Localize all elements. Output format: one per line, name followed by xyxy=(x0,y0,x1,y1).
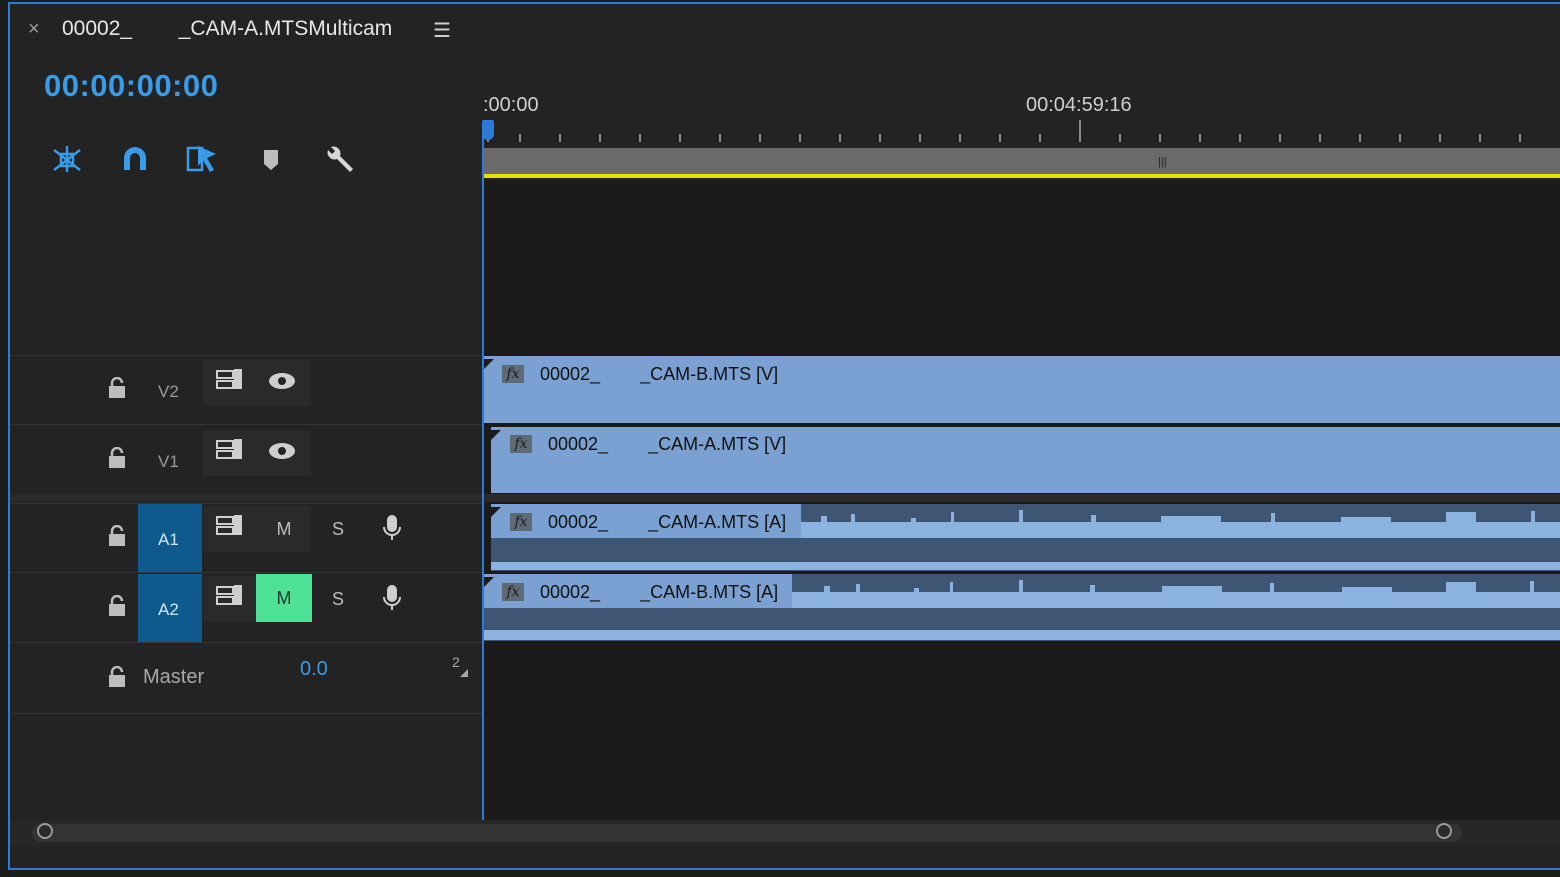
ruler-start-label: :00:00 xyxy=(483,94,539,116)
snap-magnet-icon[interactable] xyxy=(118,142,152,176)
solo-button-a1[interactable]: S xyxy=(310,505,366,553)
playhead-handle[interactable] xyxy=(482,120,494,140)
resize-corner-icon[interactable] xyxy=(460,664,468,682)
sync-lock-icon[interactable] xyxy=(216,514,244,543)
voice-over-record-icon[interactable] xyxy=(382,514,402,547)
sequence-tab-title[interactable]: 00002_ _CAM-A.MTSMulticam xyxy=(62,17,392,41)
lock-icon[interactable] xyxy=(108,665,126,688)
lock-icon[interactable] xyxy=(108,376,126,399)
track-name-master: Master xyxy=(143,666,205,688)
lock-icon[interactable] xyxy=(108,524,126,547)
clip-name-a2: 00002_ _CAM-B.MTS [A] xyxy=(540,582,779,602)
clip-start-marker-icon xyxy=(491,427,501,445)
add-marker-icon[interactable] xyxy=(256,142,290,176)
lock-icon[interactable] xyxy=(108,594,126,617)
scrollbar-left-handle[interactable] xyxy=(37,823,53,839)
mute-button-a2[interactable]: M xyxy=(256,574,312,622)
track-name-v2[interactable]: V2 xyxy=(158,382,179,402)
fx-badge[interactable]: fx xyxy=(502,583,524,601)
clip-start-marker-icon xyxy=(491,504,501,522)
scrollbar-thumb[interactable] xyxy=(32,824,1462,842)
clip-start-marker-icon xyxy=(484,574,494,592)
clip-name-v1: 00002_ _CAM-A.MTS [V] xyxy=(548,434,787,454)
sync-lock-icon[interactable] xyxy=(216,438,244,467)
ruler-mid-label: 00:04:59:16 xyxy=(1026,94,1132,116)
video-audio-divider[interactable] xyxy=(10,494,1560,502)
sync-lock-icon[interactable] xyxy=(216,368,244,397)
close-tab-icon[interactable]: × xyxy=(28,18,40,41)
clip-name-a1: 00002_ _CAM-A.MTS [A] xyxy=(548,512,787,532)
fx-badge[interactable]: fx xyxy=(510,435,532,453)
master-volume-value[interactable]: 0.0 xyxy=(300,658,328,681)
panel-menu-icon[interactable]: ☰ xyxy=(433,18,451,43)
fx-badge[interactable]: fx xyxy=(502,365,524,383)
scrollbar-right-handle[interactable] xyxy=(1436,823,1452,839)
work-area-indicator xyxy=(484,174,1560,178)
master-channel-marker: 2 xyxy=(452,654,460,670)
track-header-master xyxy=(10,642,482,714)
linked-selection-icon[interactable] xyxy=(186,142,220,176)
playhead-line[interactable] xyxy=(482,126,484,820)
track-name-a1[interactable]: A1 xyxy=(158,530,179,550)
voice-over-record-icon[interactable] xyxy=(382,584,402,617)
work-area-grip-icon[interactable]: ||| xyxy=(1158,156,1167,168)
settings-wrench-icon[interactable] xyxy=(322,142,356,176)
clip-name-v2: 00002_ _CAM-B.MTS [V] xyxy=(540,364,779,384)
mute-button-a1[interactable]: M xyxy=(256,505,312,553)
track-name-a2[interactable]: A2 xyxy=(158,600,179,620)
sync-lock-icon[interactable] xyxy=(216,584,244,613)
toggle-track-output-eye-icon[interactable] xyxy=(268,442,296,465)
toggle-track-output-eye-icon[interactable] xyxy=(268,372,296,395)
clip-start-marker-icon xyxy=(484,356,494,374)
nest-sequence-icon[interactable] xyxy=(50,142,84,176)
work-area-bar[interactable]: ||| xyxy=(484,148,1560,175)
time-ruler[interactable] xyxy=(484,86,1560,148)
playhead-timecode[interactable]: 00:00:00:00 xyxy=(44,68,218,104)
fx-badge[interactable]: fx xyxy=(510,513,532,531)
lock-icon[interactable] xyxy=(108,446,126,469)
track-name-v1[interactable]: V1 xyxy=(158,452,179,472)
solo-button-a2[interactable]: S xyxy=(310,575,366,623)
